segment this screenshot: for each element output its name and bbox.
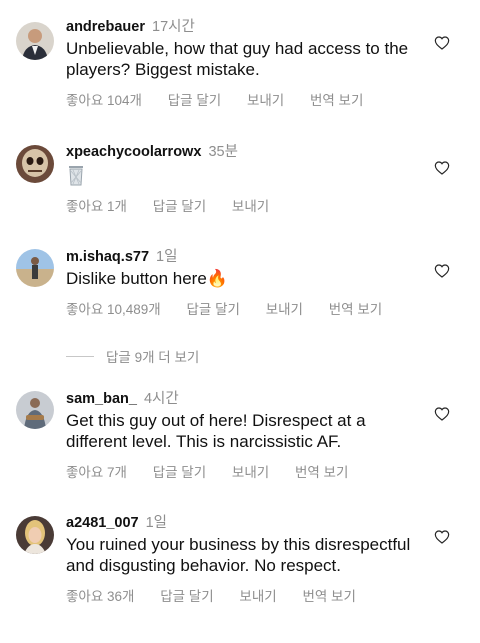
- username[interactable]: m.ishaq.s77: [66, 249, 149, 265]
- timestamp: 1일: [145, 515, 168, 531]
- like-count[interactable]: 좋아요 7개: [66, 461, 127, 481]
- reply-button[interactable]: 답글 달기: [187, 298, 240, 318]
- comment-text: You ruined your business by this disresp…: [66, 535, 411, 575]
- translate-button[interactable]: 번역 보기: [310, 89, 363, 109]
- heart-icon[interactable]: [434, 529, 450, 545]
- send-button[interactable]: 보내기: [239, 585, 276, 605]
- comment-actions: 좋아요 10,489개 답글 달기 보내기 번역 보기: [66, 298, 428, 318]
- translate-button[interactable]: 번역 보기: [329, 298, 382, 318]
- send-button[interactable]: 보내기: [232, 195, 269, 215]
- translate-button[interactable]: 번역 보기: [295, 461, 348, 481]
- comment-actions: 좋아요 36개 답글 달기 보내기 번역 보기: [66, 585, 428, 605]
- avatar[interactable]: [16, 22, 54, 60]
- send-button[interactable]: 보내기: [247, 89, 284, 109]
- comment-meta: xpeachycoolarrowx 35분: [66, 143, 428, 161]
- comment-actions: 좋아요 1개 답글 달기 보내기: [66, 195, 428, 215]
- heart-icon[interactable]: [434, 263, 450, 279]
- like-count[interactable]: 좋아요 1개: [66, 195, 127, 215]
- like-count[interactable]: 좋아요 36개: [66, 585, 134, 605]
- view-replies-button[interactable]: 답글 9개 더 보기: [66, 346, 199, 366]
- reply-button[interactable]: 답글 달기: [153, 461, 206, 481]
- comment-actions: 좋아요 7개 답글 달기 보내기 번역 보기: [66, 461, 428, 481]
- comment-meta: sam_ban_ 4시간: [66, 390, 428, 408]
- comment-text: Dislike button here🔥: [66, 269, 228, 288]
- comment-meta: m.ishaq.s77 1일: [66, 248, 428, 266]
- username[interactable]: xpeachycoolarrowx: [66, 144, 201, 160]
- comment-text: 🗑: [66, 163, 428, 187]
- send-button[interactable]: 보내기: [266, 298, 303, 318]
- like-count[interactable]: 좋아요 104개: [66, 89, 142, 109]
- comment-actions: 좋아요 104개 답글 달기 보내기 번역 보기: [66, 89, 428, 109]
- reply-button[interactable]: 답글 달기: [153, 195, 206, 215]
- view-replies-label: 답글 9개 더 보기: [106, 350, 200, 365]
- heart-icon[interactable]: [434, 406, 450, 422]
- translate-button[interactable]: 번역 보기: [302, 585, 355, 605]
- avatar[interactable]: [16, 145, 54, 183]
- avatar[interactable]: [16, 249, 54, 287]
- timestamp: 1일: [156, 249, 178, 265]
- reply-button[interactable]: 답글 달기: [168, 89, 221, 109]
- username[interactable]: andrebauer: [66, 19, 145, 35]
- comment-text: Unbelievable, how that guy had access to…: [66, 39, 409, 79]
- comment-meta: andrebauer 17시간: [66, 18, 428, 36]
- comment-body: a2481_007 1일 You ruined your business by…: [66, 514, 428, 605]
- avatar[interactable]: [16, 516, 54, 554]
- timestamp: 17시간: [152, 19, 195, 35]
- comment-body: xpeachycoolarrowx 35분 🗑 좋아요 1개 답글 달기 보내기: [66, 143, 428, 215]
- heart-icon[interactable]: [434, 35, 450, 51]
- comment-text: Get this guy out of here! Disrespect at …: [66, 411, 366, 451]
- like-count[interactable]: 좋아요 10,489개: [66, 298, 161, 318]
- username[interactable]: sam_ban_: [66, 391, 137, 407]
- reply-button[interactable]: 답글 달기: [160, 585, 213, 605]
- comment-meta: a2481_007 1일: [66, 514, 428, 532]
- wastebasket-icon: [69, 166, 83, 186]
- send-button[interactable]: 보내기: [232, 461, 269, 481]
- divider: [66, 355, 94, 357]
- avatar[interactable]: [16, 391, 54, 429]
- timestamp: 4시간: [143, 391, 179, 407]
- comment-body: m.ishaq.s77 1일 Dislike button here🔥 좋아요 …: [66, 248, 428, 318]
- timestamp: 35분: [208, 144, 238, 160]
- comment-body: andrebauer 17시간 Unbelievable, how that g…: [66, 18, 428, 109]
- username[interactable]: a2481_007: [66, 515, 139, 531]
- comment-body: sam_ban_ 4시간 Get this guy out of here! D…: [66, 390, 428, 481]
- heart-icon[interactable]: [434, 160, 450, 176]
